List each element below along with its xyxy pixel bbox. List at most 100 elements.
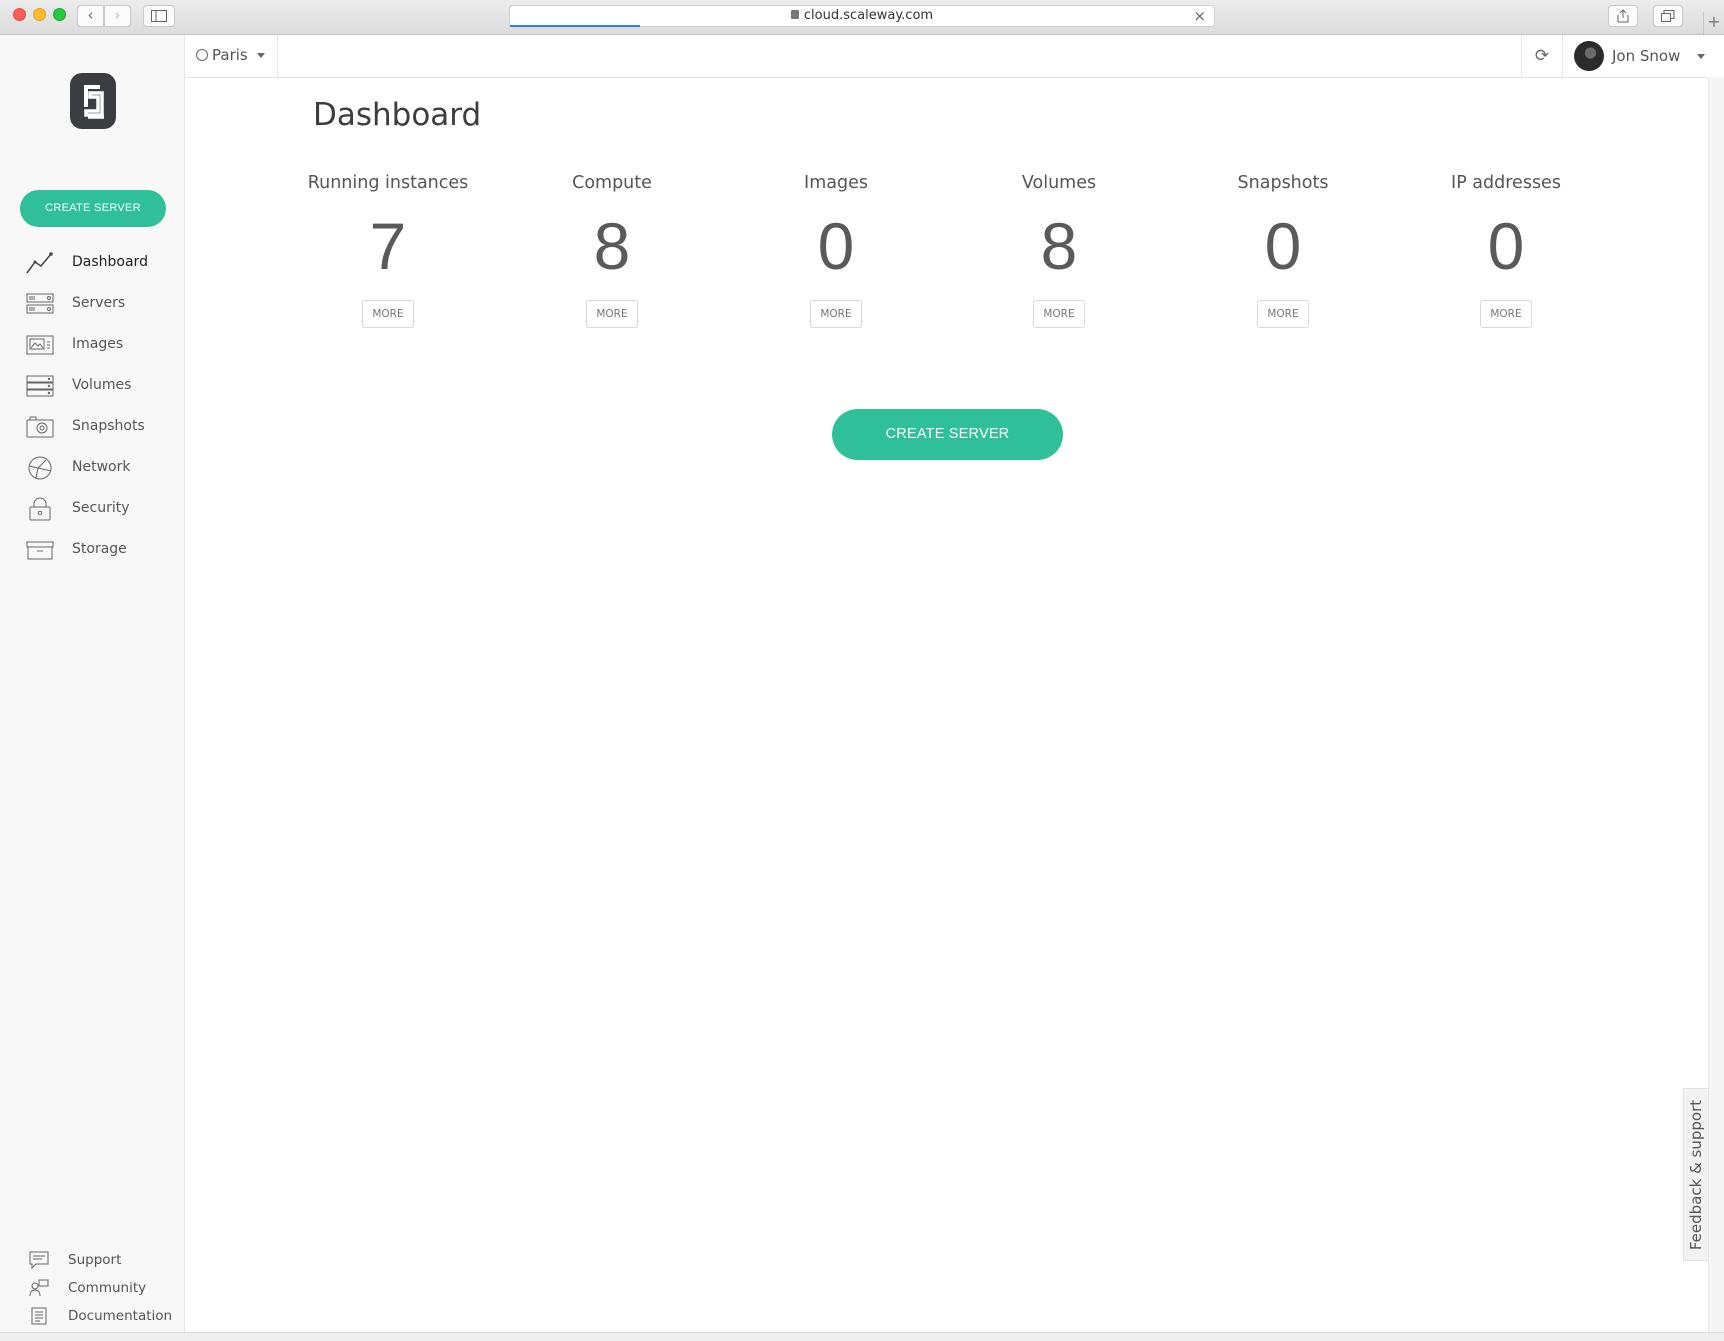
stat-snapshots: Snapshots 0 MORE (1173, 171, 1393, 328)
sidebar-icon (151, 10, 167, 22)
sidebar-item-label: Security (72, 500, 130, 516)
stat-label: Volumes (1021, 173, 1097, 193)
globe-icon (28, 456, 52, 480)
document-icon (31, 1307, 47, 1325)
scrollbar[interactable] (1708, 78, 1724, 1332)
stat-ip-addresses: IP addresses 0 MORE (1396, 171, 1616, 328)
more-button[interactable]: MORE (1033, 300, 1085, 328)
address-bar[interactable]: cloud.scaleway.com × (509, 5, 1215, 27)
sidebar-item-dashboard[interactable]: Dashboard (0, 243, 185, 284)
url-text: cloud.scaleway.com (803, 8, 934, 23)
stat-images: Images 0 MORE (726, 171, 946, 328)
sidebar-item-network[interactable]: Network (0, 448, 185, 489)
stat-label: Images (804, 173, 868, 193)
new-tab-button[interactable]: + (1703, 12, 1724, 35)
sidebar-item-label: Servers (72, 295, 126, 311)
stat-value: 8 (1040, 209, 1078, 283)
show-tabs-button[interactable] (1653, 5, 1683, 27)
feedback-label: Feedback & support (1687, 1099, 1705, 1250)
feedback-support-tab[interactable]: Feedback & support (1683, 1088, 1708, 1261)
sidebar-item-snapshots[interactable]: Snapshots (0, 407, 185, 448)
chart-line-icon (26, 252, 53, 274)
caret-down-icon (1697, 54, 1705, 59)
page-load-progress (510, 25, 640, 27)
share-button[interactable] (1608, 5, 1638, 27)
more-button[interactable]: MORE (1480, 300, 1532, 328)
image-icon (26, 335, 54, 355)
plus-icon: + (1707, 12, 1721, 31)
sidebar-item-label: Dashboard (72, 254, 148, 270)
sidebar-item-support[interactable]: Support (0, 1246, 185, 1274)
caret-down-icon (256, 53, 265, 58)
location-icon (196, 49, 208, 61)
chevron-left-icon: ‹ (87, 6, 94, 24)
stat-value: 0 (1487, 209, 1525, 283)
sidebar-item-label: Documentation (68, 1308, 173, 1324)
sidebar-item-label: Volumes (72, 377, 132, 393)
window-bottom-edge (0, 1332, 1724, 1341)
stat-value: 7 (369, 209, 407, 283)
volume-icon (26, 375, 54, 397)
server-icon (26, 293, 54, 314)
sidebar-item-servers[interactable]: Servers (0, 284, 185, 325)
stop-loading-icon[interactable]: × (1193, 6, 1206, 26)
camera-icon (26, 416, 54, 438)
sidebar-item-label: Community (68, 1280, 147, 1296)
minimize-window-button[interactable] (33, 8, 46, 21)
sidebar-item-label: Images (72, 336, 124, 352)
stat-label: IP addresses (1451, 173, 1561, 193)
sidebar-item-storage[interactable]: Storage (0, 530, 185, 571)
tabs-icon (1661, 10, 1675, 22)
user-name: Jon Snow (1612, 47, 1681, 65)
stat-label: Compute (572, 173, 652, 193)
stat-label: Running instances (307, 173, 469, 193)
region-selector[interactable]: Paris (186, 35, 278, 78)
lock-icon (29, 497, 51, 521)
stat-running-instances: Running instances 7 MORE (278, 171, 498, 328)
sidebar-item-label: Support (68, 1252, 122, 1268)
region-label: Paris (212, 46, 248, 64)
avatar (1574, 41, 1604, 71)
more-button[interactable]: MORE (586, 300, 638, 328)
forward-button[interactable]: › (104, 5, 131, 27)
more-button[interactable]: MORE (1257, 300, 1309, 328)
stat-value: 8 (593, 209, 631, 283)
chat-icon (29, 1251, 49, 1269)
sidebar-item-security[interactable]: Security (0, 489, 185, 530)
sidebar-item-community[interactable]: Community (0, 1274, 185, 1302)
people-icon (29, 1279, 49, 1297)
scaleway-logo[interactable] (70, 73, 116, 129)
sidebar-bottom-nav: Support Community Documentation (0, 1246, 185, 1330)
more-button[interactable]: MORE (810, 300, 862, 328)
more-button[interactable]: MORE (362, 300, 414, 328)
stat-compute: Compute 8 MORE (502, 171, 722, 328)
browser-toolbar: ‹ › cloud.scaleway.com × + (0, 0, 1724, 35)
sidebar: CREATE SERVER Dashboard Servers Images V… (0, 35, 185, 1332)
create-server-button[interactable]: CREATE SERVER (832, 409, 1063, 460)
page-title: Dashboard (313, 97, 482, 133)
sidebar-item-label: Storage (72, 541, 127, 557)
scaleway-logo-icon (84, 85, 104, 119)
stat-value: 0 (817, 209, 855, 283)
storage-box-icon (26, 541, 54, 560)
sidebar-toggle-button[interactable] (143, 5, 175, 27)
stat-volumes: Volumes 8 MORE (949, 171, 1169, 328)
back-button[interactable]: ‹ (77, 5, 104, 27)
refresh-icon: ⟳ (1534, 46, 1550, 66)
sidebar-item-images[interactable]: Images (0, 325, 185, 366)
sidebar-item-label: Network (72, 459, 131, 475)
sidebar-item-volumes[interactable]: Volumes (0, 366, 185, 407)
top-bar: Paris ⟳ Jon Snow (186, 35, 1708, 78)
sidebar-item-label: Snapshots (72, 418, 145, 434)
chevron-right-icon: › (114, 6, 121, 24)
close-window-button[interactable] (13, 8, 26, 21)
refresh-button[interactable]: ⟳ (1521, 35, 1563, 78)
sidebar-create-server-button[interactable]: CREATE SERVER (20, 190, 166, 227)
zoom-window-button[interactable] (53, 8, 66, 21)
sidebar-nav: Dashboard Servers Images Volumes Snapsho… (0, 243, 185, 571)
stat-label: Snapshots (1237, 173, 1329, 193)
stat-value: 0 (1264, 209, 1302, 283)
share-icon (1617, 9, 1629, 23)
lock-icon (790, 10, 799, 19)
sidebar-item-documentation[interactable]: Documentation (0, 1302, 185, 1330)
